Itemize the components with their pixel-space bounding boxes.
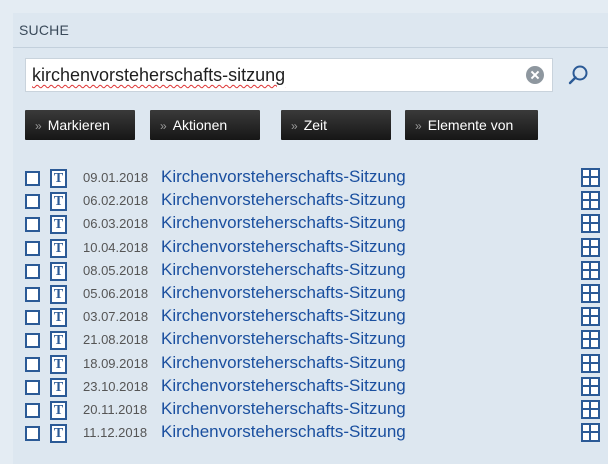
item-title-link[interactable]: Kirchenvorsteherschafts-Sitzung: [161, 237, 406, 257]
item-title-link[interactable]: Kirchenvorsteherschafts-Sitzung: [161, 213, 406, 233]
item-date: 10.04.2018: [83, 239, 149, 255]
grid-view-icon[interactable]: [581, 283, 600, 303]
text-document-icon: T: [50, 215, 67, 235]
row-checkbox[interactable]: [25, 240, 40, 256]
zeit-button-label: Zeit: [303, 117, 328, 133]
row-checkbox[interactable]: [25, 379, 40, 395]
elemente-von-button[interactable]: » Elemente von: [405, 110, 538, 140]
search-input[interactable]: kirchenvorsteherschafts-sitzung: [25, 58, 553, 92]
item-title-link[interactable]: Kirchenvorsteherschafts-Sitzung: [161, 260, 406, 280]
row-checkbox[interactable]: [25, 171, 40, 186]
item-title-link[interactable]: Kirchenvorsteherschafts-Sitzung: [161, 190, 406, 210]
list-item: T 20.11.2018 Kirchenvorsteherschafts-Sit…: [13, 398, 608, 421]
aktionen-button-label: Aktionen: [172, 117, 228, 133]
item-date: 09.01.2018: [83, 170, 149, 185]
grid-view-icon[interactable]: [581, 330, 600, 350]
list-item: T 23.10.2018 Kirchenvorsteherschafts-Sit…: [13, 375, 608, 398]
item-title-link[interactable]: Kirchenvorsteherschafts-Sitzung: [161, 422, 406, 442]
text-document-icon: T: [50, 238, 67, 258]
list-item: T 10.04.2018 Kirchenvorsteherschafts-Sit…: [13, 236, 608, 259]
grid-view-icon[interactable]: [581, 191, 600, 211]
markieren-button-label: Markieren: [47, 117, 110, 133]
grid-view-icon[interactable]: [581, 399, 600, 419]
row-checkbox[interactable]: [25, 286, 40, 302]
text-document-icon: T: [50, 308, 67, 328]
chevron-right-icon: »: [160, 119, 167, 133]
text-document-icon: T: [50, 424, 67, 444]
text-document-icon: T: [50, 284, 67, 304]
search-input-value[interactable]: kirchenvorsteherschafts-sitzung: [32, 65, 285, 86]
row-checkbox[interactable]: [25, 194, 40, 210]
list-item: T 18.09.2018 Kirchenvorsteherschafts-Sit…: [13, 352, 608, 375]
search-panel: SUCHE kirchenvorsteherschafts-sitzung » M…: [13, 13, 608, 464]
aktionen-button[interactable]: » Aktionen: [150, 110, 260, 140]
grid-view-icon[interactable]: [581, 237, 600, 257]
list-item: T 21.08.2018 Kirchenvorsteherschafts-Sit…: [13, 328, 608, 351]
row-checkbox[interactable]: [25, 333, 40, 349]
markieren-button[interactable]: » Markieren: [25, 110, 135, 140]
panel-title: SUCHE: [13, 13, 608, 48]
item-date: 06.03.2018: [83, 216, 149, 232]
list-item: T 06.03.2018 Kirchenvorsteherschafts-Sit…: [13, 212, 608, 235]
row-checkbox[interactable]: [25, 426, 40, 442]
text-document-icon: T: [50, 331, 67, 351]
grid-view-icon[interactable]: [581, 168, 600, 187]
row-checkbox[interactable]: [25, 217, 40, 233]
row-checkbox[interactable]: [25, 263, 40, 279]
chevron-right-icon: »: [291, 119, 298, 133]
search-row: kirchenvorsteherschafts-sitzung: [25, 58, 595, 94]
grid-view-icon[interactable]: [581, 260, 600, 280]
text-document-icon: T: [50, 261, 67, 281]
grid-view-icon[interactable]: [581, 214, 600, 234]
chevron-right-icon: »: [415, 119, 422, 133]
zeit-button[interactable]: » Zeit: [281, 110, 391, 140]
grid-view-icon[interactable]: [581, 307, 600, 327]
item-date: 11.12.2018: [83, 425, 148, 441]
item-date: 23.10.2018: [83, 378, 149, 394]
item-title-link[interactable]: Kirchenvorsteherschafts-Sitzung: [161, 167, 406, 187]
list-item: T 03.07.2018 Kirchenvorsteherschafts-Sit…: [13, 305, 608, 328]
search-icon[interactable]: [566, 63, 590, 87]
clear-icon[interactable]: [526, 66, 544, 84]
item-date: 08.05.2018: [83, 262, 149, 278]
item-date: 20.11.2018: [83, 401, 148, 417]
list-item: T 11.12.2018 Kirchenvorsteherschafts-Sit…: [13, 421, 608, 444]
item-title-link[interactable]: Kirchenvorsteherschafts-Sitzung: [161, 283, 406, 303]
item-date: 18.09.2018: [83, 355, 149, 371]
item-title-link[interactable]: Kirchenvorsteherschafts-Sitzung: [161, 399, 406, 419]
list-item: T 06.02.2018 Kirchenvorsteherschafts-Sit…: [13, 189, 608, 212]
row-checkbox[interactable]: [25, 356, 40, 372]
text-document-icon: T: [50, 192, 67, 212]
item-date: 21.08.2018: [83, 332, 149, 348]
chevron-right-icon: »: [35, 119, 42, 133]
item-title-link[interactable]: Kirchenvorsteherschafts-Sitzung: [161, 306, 406, 326]
row-checkbox[interactable]: [25, 310, 40, 326]
item-date: 05.06.2018: [83, 285, 149, 301]
grid-view-icon[interactable]: [581, 376, 600, 396]
list-item: T 08.05.2018 Kirchenvorsteherschafts-Sit…: [13, 259, 608, 282]
results-list: T 09.01.2018 Kirchenvorsteherschafts-Sit…: [13, 166, 608, 444]
elemente-von-button-label: Elemente von: [427, 117, 514, 133]
grid-view-icon[interactable]: [581, 353, 600, 373]
item-date: 06.02.2018: [83, 193, 149, 209]
text-document-icon: T: [50, 377, 67, 397]
text-document-icon: T: [50, 169, 67, 188]
item-date: 03.07.2018: [83, 309, 149, 325]
list-item: T 05.06.2018 Kirchenvorsteherschafts-Sit…: [13, 282, 608, 305]
text-document-icon: T: [50, 354, 67, 374]
text-document-icon: T: [50, 400, 67, 420]
list-item: T 09.01.2018 Kirchenvorsteherschafts-Sit…: [13, 166, 608, 189]
grid-view-icon[interactable]: [581, 423, 600, 443]
row-checkbox[interactable]: [25, 402, 40, 418]
item-title-link[interactable]: Kirchenvorsteherschafts-Sitzung: [161, 376, 406, 396]
item-title-link[interactable]: Kirchenvorsteherschafts-Sitzung: [161, 353, 406, 373]
item-title-link[interactable]: Kirchenvorsteherschafts-Sitzung: [161, 329, 406, 349]
